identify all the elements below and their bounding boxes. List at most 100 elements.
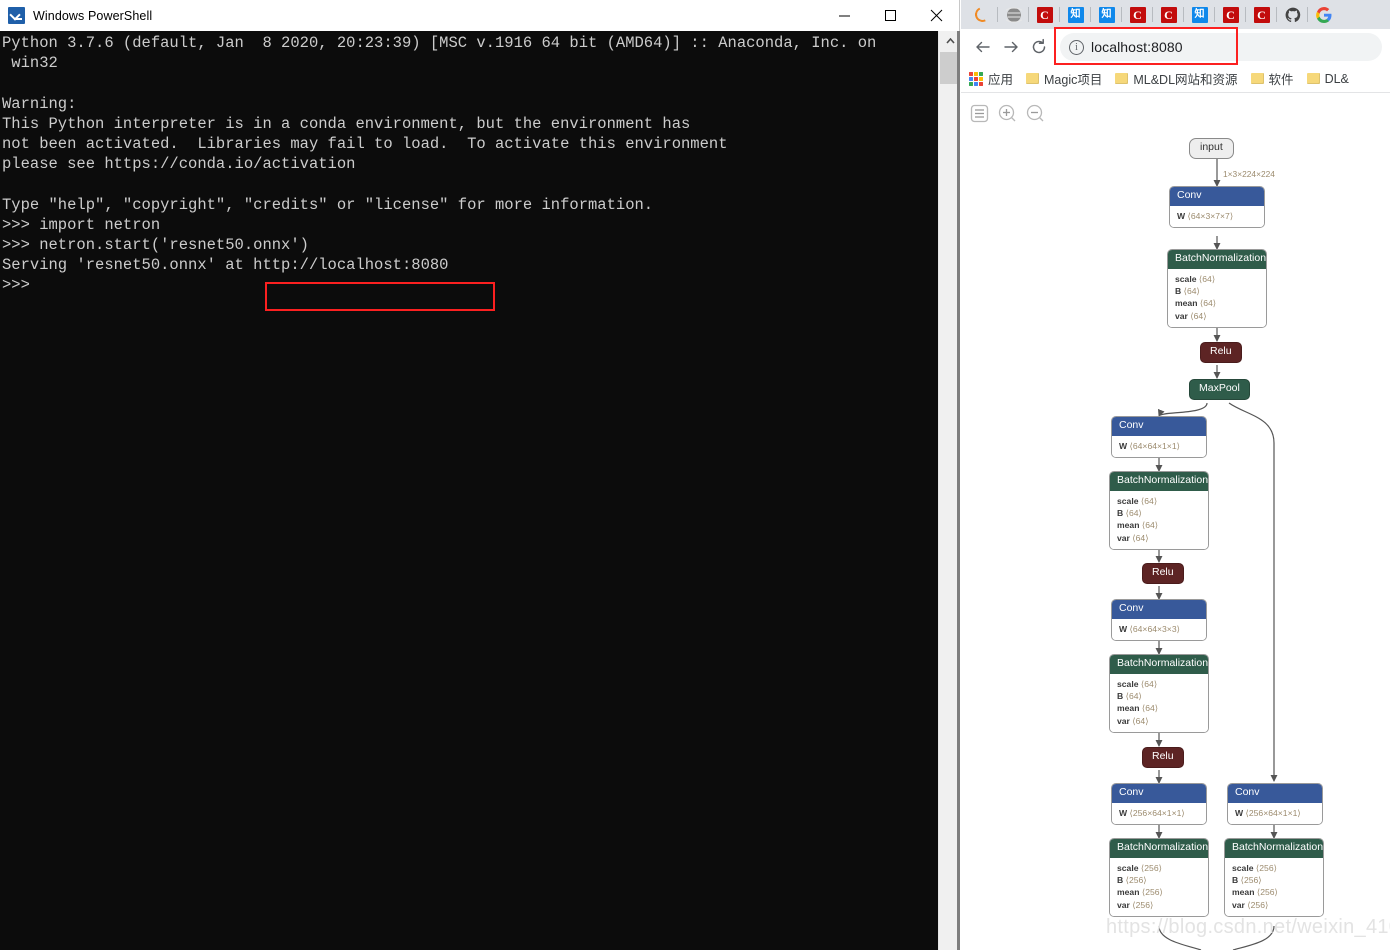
globe-icon	[1005, 7, 1022, 22]
node-attribute: W ⟨64×64×1×1⟩	[1119, 440, 1180, 451]
bookmark-item-4[interactable]: DL&	[1306, 71, 1349, 86]
csdn-icon: C	[1160, 6, 1177, 23]
maximize-button[interactable]	[867, 0, 913, 31]
url-text: localhost:8080	[1091, 39, 1183, 55]
bookmark-item-2[interactable]: ML&DL网站和资源	[1115, 69, 1238, 88]
bookmark-item-0[interactable]: 应用	[969, 69, 1013, 88]
node-batchnorm-2[interactable]: BatchNormalization scale ⟨64⟩ B ⟨64⟩ mea…	[1109, 471, 1209, 551]
reload-button[interactable]	[1025, 33, 1053, 61]
github-icon	[1285, 7, 1300, 22]
browser-tab-11[interactable]	[1307, 0, 1339, 29]
node-attribute: scale ⟨64⟩	[1117, 495, 1158, 506]
back-button[interactable]	[969, 33, 997, 61]
bookmark-item-3[interactable]: 软件	[1250, 69, 1294, 88]
node-attribute: var ⟨64⟩	[1117, 532, 1149, 543]
bookmark-label: DL&	[1324, 71, 1349, 86]
csdn-icon: C	[1222, 6, 1239, 23]
browser-tab-10[interactable]	[1276, 0, 1308, 29]
node-attribute: mean ⟨64⟩	[1117, 703, 1159, 714]
node-label: BatchNormalization	[1168, 250, 1266, 269]
node-label: Conv	[1112, 600, 1206, 619]
node-conv-5[interactable]: Conv W ⟨256×64×1×1⟩	[1227, 783, 1323, 825]
close-button[interactable]	[913, 0, 959, 31]
address-bar[interactable]: i localhost:8080	[1060, 33, 1382, 61]
folder-icon	[1250, 73, 1264, 84]
node-attribute: var ⟨64⟩	[1175, 310, 1207, 321]
node-attribute: W ⟨64×3×7×7⟩	[1177, 210, 1234, 221]
node-attribute: scale ⟨256⟩	[1117, 862, 1162, 873]
forward-button[interactable]	[997, 33, 1025, 61]
node-attribute: B ⟨64⟩	[1117, 691, 1142, 701]
console-output-area[interactable]: Python 3.7.6 (default, Jan 8 2020, 20:23…	[0, 31, 960, 950]
node-conv-4[interactable]: Conv W ⟨256×64×1×1⟩	[1111, 783, 1207, 825]
browser-tab-1[interactable]	[997, 0, 1029, 29]
node-attribute: W ⟨256×64×1×1⟩	[1235, 807, 1301, 818]
browser-tab-8[interactable]: C	[1214, 0, 1246, 29]
browser-tab-0[interactable]	[967, 0, 998, 29]
browser-tab-2[interactable]: C	[1028, 0, 1060, 29]
google-icon	[1315, 6, 1331, 23]
node-attribute: scale ⟨64⟩	[1117, 678, 1158, 689]
watermark-text: https://blog.csdn.net/weixin_41010198	[1106, 916, 1390, 938]
node-batchnorm-1[interactable]: BatchNormalization scale ⟨64⟩ B ⟨64⟩ mea…	[1167, 249, 1267, 329]
node-relu-2[interactable]: Relu	[1142, 562, 1184, 584]
node-label: Relu	[1142, 747, 1184, 768]
node-batchnorm-4[interactable]: BatchNormalization scale ⟨256⟩ B ⟨256⟩ m…	[1109, 838, 1209, 918]
node-conv-1[interactable]: Conv W ⟨64×3×7×7⟩	[1169, 186, 1265, 228]
model-graph[interactable]: input 1×3×224×224 Conv W ⟨64×3×7×7⟩ Batc…	[961, 93, 1390, 950]
node-attribute: B ⟨256⟩	[1117, 875, 1147, 885]
node-label: Conv	[1112, 417, 1206, 436]
site-info-icon[interactable]: i	[1069, 39, 1084, 55]
node-attribute: W ⟨256×64×1×1⟩	[1119, 807, 1185, 818]
zhihu-icon: 知	[1098, 6, 1115, 23]
node-conv-2[interactable]: Conv W ⟨64×64×1×1⟩	[1111, 416, 1207, 458]
node-attribute: B ⟨64⟩	[1117, 508, 1142, 518]
zhihu-icon: 知	[1067, 6, 1084, 23]
node-label: Conv	[1228, 784, 1322, 803]
loading-spinner-icon	[972, 4, 993, 25]
node-attribute: var ⟨64⟩	[1117, 715, 1149, 726]
node-attribute: var ⟨256⟩	[1117, 899, 1154, 910]
node-conv-3[interactable]: Conv W ⟨64×64×3×3⟩	[1111, 599, 1207, 641]
console-text: Python 3.7.6 (default, Jan 8 2020, 20:23…	[2, 34, 877, 295]
node-batchnorm-5[interactable]: BatchNormalization scale ⟨256⟩ B ⟨256⟩ m…	[1224, 838, 1324, 918]
bookmark-item-1[interactable]: Magic项目	[1026, 69, 1102, 88]
edge-label-input-shape: 1×3×224×224	[1223, 169, 1275, 179]
zhihu-icon: 知	[1191, 6, 1208, 23]
node-label: BatchNormalization	[1225, 839, 1323, 858]
browser-tab-5[interactable]: C	[1121, 0, 1153, 29]
browser-tab-9[interactable]: C	[1245, 0, 1277, 29]
bookmark-label: Magic项目	[1044, 73, 1103, 87]
node-attribute: mean ⟨64⟩	[1175, 298, 1217, 309]
node-attribute: var ⟨256⟩	[1232, 899, 1269, 910]
node-maxpool[interactable]: MaxPool	[1189, 378, 1250, 400]
window-title: Windows PowerShell	[33, 8, 153, 23]
netron-viewer[interactable]: input 1×3×224×224 Conv W ⟨64×3×7×7⟩ Batc…	[961, 93, 1390, 950]
minimize-button[interactable]	[821, 0, 867, 31]
node-label: BatchNormalization	[1110, 472, 1208, 491]
browser-tab-7[interactable]: 知	[1183, 0, 1215, 29]
bookmark-label: 应用	[988, 73, 1014, 87]
apps-grid-icon	[969, 71, 983, 86]
powershell-window: Windows PowerShell Python 3.7.6 (default…	[0, 0, 960, 950]
node-relu-3[interactable]: Relu	[1142, 746, 1184, 768]
powershell-icon	[8, 7, 25, 24]
folder-icon	[1306, 73, 1320, 84]
browser-tab-4[interactable]: 知	[1090, 0, 1122, 29]
folder-icon	[1026, 73, 1040, 84]
node-input[interactable]: input	[1189, 137, 1234, 159]
node-attribute: scale ⟨64⟩	[1175, 273, 1216, 284]
window-controls	[821, 0, 959, 31]
node-attribute: B ⟨64⟩	[1175, 286, 1200, 296]
omnibox-container: i localhost:8080	[1054, 27, 1382, 65]
node-attribute: W ⟨64×64×3×3⟩	[1119, 623, 1180, 634]
node-attribute: B ⟨256⟩	[1232, 875, 1262, 885]
node-batchnorm-3[interactable]: BatchNormalization scale ⟨64⟩ B ⟨64⟩ mea…	[1109, 654, 1209, 734]
browser-tab-3[interactable]: 知	[1059, 0, 1091, 29]
node-relu-1[interactable]: Relu	[1200, 341, 1242, 363]
scrollbar-edge	[957, 31, 960, 950]
node-label: Conv	[1112, 784, 1206, 803]
browser-window: C知知CC知CC i localhost:8080 应用 Magic项目 ML&…	[961, 0, 1390, 950]
node-label: Relu	[1142, 563, 1184, 584]
browser-tab-6[interactable]: C	[1152, 0, 1184, 29]
